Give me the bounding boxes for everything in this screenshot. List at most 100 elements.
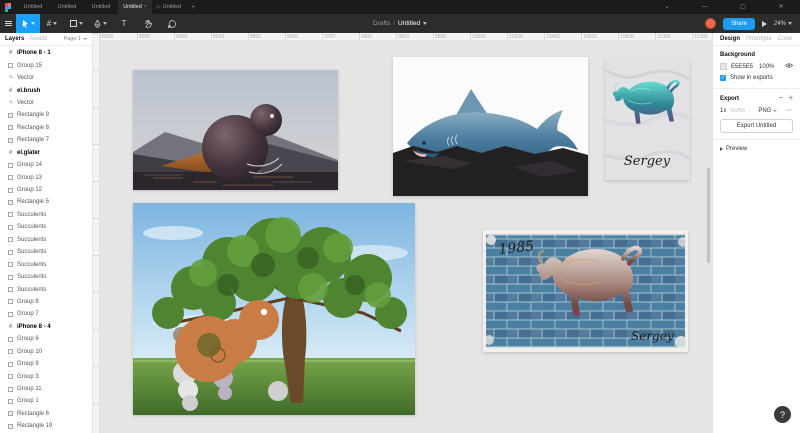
layer-row[interactable]: Group 8 [0,296,92,308]
document-tab-1[interactable]: Untitled [16,0,50,14]
frame-tool-button[interactable]: # [40,14,64,33]
layer-row[interactable]: Vector [0,72,92,84]
layer-row[interactable]: Group 3 [0,370,92,382]
layer-label: Group 11 [17,386,42,393]
export-button[interactable]: Export Untitled [720,119,793,133]
move-tool-button[interactable] [16,14,40,33]
group-icon [8,224,13,230]
close-tab-icon[interactable]: × [144,4,147,10]
minimize-icon[interactable]: — [686,0,724,14]
chevron-down-icon[interactable] [30,22,35,25]
export-more-options-icon[interactable]: ⋯ [786,107,793,114]
background-color-swatch[interactable] [720,63,727,70]
preview-toggle[interactable]: Preview [713,140,800,158]
layer-row[interactable]: Group 9 [0,358,92,370]
layer-row[interactable]: Group 12 [0,184,92,196]
layer-row[interactable]: Group 14 [0,159,92,171]
background-hex-value[interactable]: E5E5E5 [731,64,753,70]
layer-row[interactable]: Group 1 [0,395,92,407]
tab-layers[interactable]: Layers [5,36,24,42]
layer-row[interactable]: Rectangle 19 [0,420,92,432]
maximize-icon[interactable]: ▢ [724,0,762,14]
close-window-icon[interactable]: ✕ [762,0,800,14]
prototype-play-icon: ▷ [156,4,161,10]
layer-row[interactable]: Succulents [0,209,92,221]
breadcrumb-project[interactable]: Drafts [373,20,390,27]
remove-export-icon[interactable]: − [779,95,783,102]
layer-row[interactable]: Group 10 [0,346,92,358]
layer-row[interactable]: Succulents [0,246,92,258]
present-icon[interactable] [761,20,767,27]
layer-row[interactable]: Rectangle 8 [0,122,92,134]
export-scale-dropdown[interactable]: 1x [720,108,726,114]
layer-row[interactable]: Group 15 [0,59,92,71]
document-tab-3[interactable]: Untitled [84,0,118,14]
new-tab-button[interactable]: + [186,0,200,14]
group-icon [8,212,13,218]
window-menu-icon[interactable]: ⌄ [648,0,686,14]
layer-row[interactable]: Rectangle 7 [0,134,92,146]
zoom-level-dropdown[interactable]: 24% [774,21,792,27]
layer-label: Group 6 [17,336,39,343]
layer-label: el.brush [17,87,41,94]
group-icon [8,63,13,69]
main-menu-button[interactable] [0,14,16,33]
layer-row[interactable]: Succulents [0,283,92,295]
artboard-brick-bull[interactable]: 1985 Sergey [483,230,688,352]
window-controls: ⌄ — ▢ ✕ [648,0,800,14]
visibility-eye-icon[interactable] [785,63,793,70]
artboard-duck-architecture[interactable] [133,70,338,190]
layer-row[interactable]: Succulents [0,221,92,233]
layer-row[interactable]: Succulents [0,271,92,283]
chevron-down-icon[interactable] [53,22,58,25]
artboard-tree-animal[interactable] [133,203,415,415]
user-avatar[interactable] [704,18,716,29]
layer-row[interactable]: Group 11 [0,383,92,395]
layer-row[interactable]: el.glater [0,147,92,159]
hand-tool-button[interactable] [136,14,160,33]
artboard-shark[interactable] [393,57,588,196]
chevron-down-icon[interactable] [423,22,428,25]
layer-row[interactable]: iPhone 8 - 4 [0,321,92,333]
tab-assets[interactable]: Assets [29,36,47,42]
chevron-down-icon[interactable] [78,22,83,25]
layer-row[interactable]: Group 7 [0,308,92,320]
export-format-dropdown[interactable]: PNG [758,108,778,114]
background-opacity-value[interactable]: 100% [759,64,774,70]
page-selector[interactable]: Page 1 [64,36,87,42]
tab-code[interactable]: Code [778,36,792,42]
artboard-marble-bull[interactable]: Sergey [605,60,690,180]
ruler-tick-label: 9000 [285,33,322,40]
breadcrumb-doc-title[interactable]: Untitled [398,20,420,27]
layer-row[interactable]: Vector [0,97,92,109]
comment-tool-button[interactable] [160,14,184,33]
canvas-scrollbar[interactable] [707,168,710,263]
layer-row[interactable]: Rectangle 5 [0,196,92,208]
show-in-exports-checkbox[interactable]: ✓ [720,75,726,81]
export-suffix-input[interactable] [730,107,755,114]
help-button[interactable]: ? [774,406,791,423]
chevron-down-icon[interactable] [102,22,107,25]
document-tab-5[interactable]: ▷ Untitled [152,0,186,14]
layer-row[interactable]: el.brush [0,84,92,96]
canvas[interactable]: 8000 8200 8400 8600 8800 9000 9200 9400 9600 9800… [93,33,712,433]
layer-row[interactable]: Group 13 [0,171,92,183]
text-tool-button[interactable]: T [112,14,136,33]
layer-label: Rectangle 5 [17,199,50,206]
pen-tool-button[interactable] [88,14,112,33]
share-button[interactable]: Share [722,17,755,30]
add-export-icon[interactable]: + [789,95,793,102]
document-tab-2[interactable]: Untitled [50,0,84,14]
layer-row[interactable]: Rectangle 6 [0,408,92,420]
layer-row[interactable]: Succulents [0,258,92,270]
zoom-level-value: 24% [773,20,786,27]
rect-icon [8,125,13,131]
layer-row[interactable]: iPhone 8 - 1 [0,47,92,59]
layer-row[interactable]: Rectangle 9 [0,109,92,121]
shape-tool-button[interactable] [64,14,88,33]
tab-design[interactable]: Design [720,36,740,42]
layer-row[interactable]: Succulents [0,234,92,246]
layer-row[interactable]: Group 6 [0,333,92,345]
document-tab-4-active[interactable]: Untitled × [118,0,152,14]
tab-prototype[interactable]: Prototype [746,36,772,42]
